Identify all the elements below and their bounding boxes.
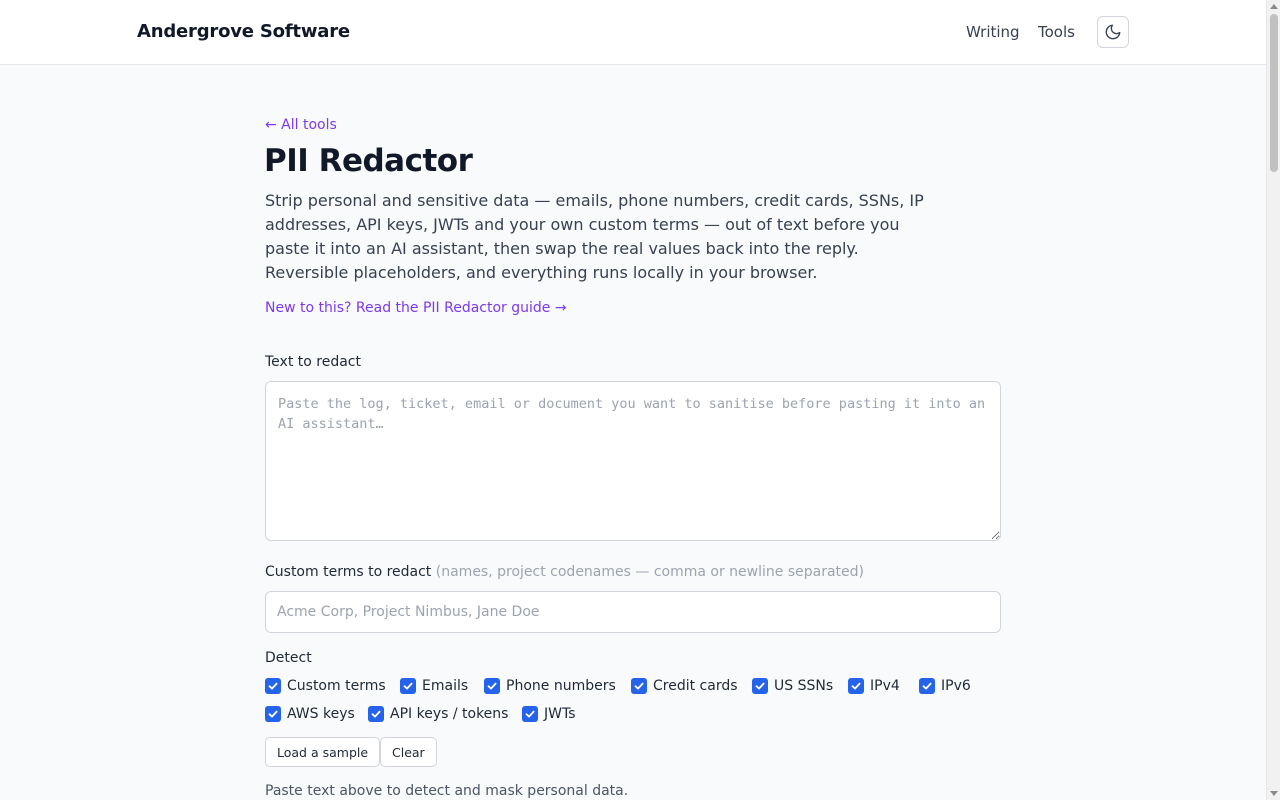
detect-option-custom-terms[interactable]: Custom terms (265, 678, 386, 694)
guide-link[interactable]: New to this? Read the PII Redactor guide… (265, 300, 567, 316)
checkbox-checked-icon[interactable] (919, 678, 935, 694)
page-scrollbar[interactable] (1266, 0, 1280, 800)
detect-option-aws-keys[interactable]: AWS keys (265, 706, 355, 722)
site-brand[interactable]: Andergrove Software (137, 21, 350, 42)
custom-terms-label-text: Custom terms to redact (265, 564, 432, 580)
text-to-redact-input[interactable] (265, 381, 1001, 541)
clear-button[interactable]: Clear (380, 737, 437, 767)
detect-option-label: IPv6 (941, 678, 971, 694)
detect-option-credit-cards[interactable]: Credit cards (631, 678, 738, 694)
moon-icon (1104, 23, 1122, 41)
detect-option-label: Phone numbers (506, 678, 616, 694)
detect-label: Detect (265, 650, 312, 666)
text-to-redact-label: Text to redact (265, 354, 361, 370)
page-title: PII Redactor (264, 143, 473, 179)
checkbox-checked-icon[interactable] (631, 678, 647, 694)
theme-toggle-button[interactable] (1097, 16, 1129, 48)
detect-option-us-ssns[interactable]: US SSNs (752, 678, 833, 694)
custom-terms-input[interactable] (265, 591, 1001, 633)
detect-option-api-keys-tokens[interactable]: API keys / tokens (368, 706, 508, 722)
detect-option-ipv4[interactable]: IPv4 (848, 678, 900, 694)
nav-link-tools[interactable]: Tools (1038, 23, 1075, 41)
checkbox-checked-icon[interactable] (522, 706, 538, 722)
checkbox-checked-icon[interactable] (368, 706, 384, 722)
tool-description: Strip personal and sensitive data — emai… (265, 191, 924, 282)
load-sample-button[interactable]: Load a sample (265, 737, 381, 767)
detect-option-label: Custom terms (287, 678, 386, 694)
custom-terms-hint: (names, project codenames — comma or new… (435, 564, 864, 580)
checkbox-checked-icon[interactable] (265, 706, 281, 722)
detect-option-label: JWTs (544, 706, 576, 722)
checkbox-checked-icon[interactable] (400, 678, 416, 694)
scrollbar-thumb[interactable] (1270, 14, 1278, 172)
detect-option-label: IPv4 (870, 678, 900, 694)
nav-link-writing[interactable]: Writing (966, 23, 1020, 41)
checkbox-checked-icon[interactable] (265, 678, 281, 694)
scroll-down-arrow-icon[interactable] (1270, 791, 1278, 796)
detect-option-jwts[interactable]: JWTs (522, 706, 576, 722)
detect-option-label: AWS keys (287, 706, 355, 722)
detect-option-label: US SSNs (774, 678, 834, 694)
back-to-all-tools-link[interactable]: ← All tools (265, 117, 337, 133)
status-message: Paste text above to detect and mask pers… (265, 783, 629, 799)
detect-option-phone-numbers[interactable]: Phone numbers (484, 678, 616, 694)
detect-option-label: API keys / tokens (390, 706, 509, 722)
checkbox-checked-icon[interactable] (752, 678, 768, 694)
scroll-up-arrow-icon[interactable] (1270, 4, 1278, 9)
detect-option-label: Credit cards (653, 678, 738, 694)
detect-option-label: Emails (422, 678, 469, 694)
checkbox-checked-icon[interactable] (484, 678, 500, 694)
top-navigation-bar: Andergrove Software Writing Tools (0, 0, 1266, 65)
detect-option-emails[interactable]: Emails (400, 678, 468, 694)
checkbox-checked-icon[interactable] (848, 678, 864, 694)
detect-option-ipv6[interactable]: IPv6 (919, 678, 971, 694)
custom-terms-label: Custom terms to redact (names, project c… (265, 564, 864, 580)
